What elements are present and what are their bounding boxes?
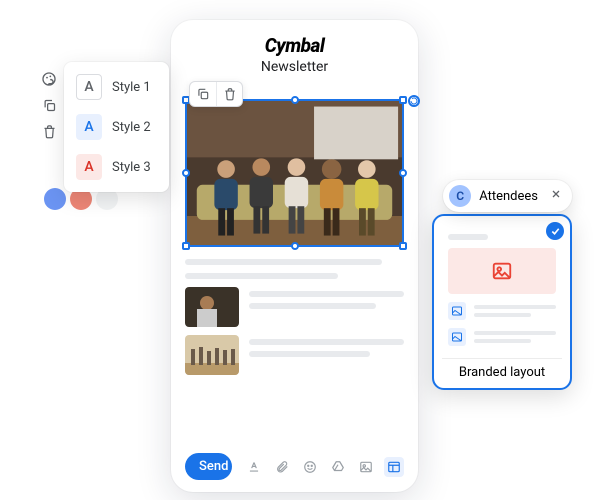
style-glyph: A [76,114,102,140]
resize-handle[interactable] [291,96,299,104]
attach-icon[interactable] [272,457,292,477]
resize-handle[interactable] [399,96,407,104]
resize-handle[interactable] [182,169,190,177]
style-item-3[interactable]: A Style 3 [72,150,161,184]
skeleton-line [448,234,488,240]
rotate-handle[interactable] [408,95,420,107]
send-label: Send [185,453,232,480]
thumbnail[interactable] [185,335,239,375]
format-toolbar [244,457,404,477]
resize-handle[interactable] [399,169,407,177]
layout-card[interactable]: Branded layout [432,214,572,390]
copy-icon[interactable] [190,82,216,106]
resize-handle[interactable] [291,242,299,250]
resize-handle[interactable] [399,242,407,250]
style-label: Style 3 [112,160,151,175]
content-area [185,259,404,443]
skeleton-line [185,273,338,279]
copy-icon[interactable] [38,94,60,116]
resize-handle[interactable] [182,242,190,250]
skeleton-lines [249,335,404,357]
style-tool-strip [34,62,64,148]
newsletter-subtitle: Newsletter [185,59,404,75]
content-row [185,287,404,327]
style-label: Style 2 [112,120,151,135]
style-picker-panel: A Style 1 A Style 2 A Style 3 [34,62,169,192]
style-item-1[interactable]: A Style 1 [72,70,161,104]
editor-footer: Send [185,443,404,492]
close-icon[interactable] [546,188,562,204]
brand-title: Cymbal [185,34,404,57]
attendees-tag[interactable]: C Attendees [443,180,572,212]
layout-icon[interactable] [384,457,404,477]
emoji-icon[interactable] [300,457,320,477]
layout-card-label: Branded layout [442,358,562,380]
check-icon [546,222,564,240]
trash-icon[interactable] [38,120,60,142]
skeleton-line [185,259,382,265]
palette-icon[interactable] [38,68,60,90]
send-button[interactable]: Send [185,453,232,480]
style-item-2[interactable]: A Style 2 [72,110,161,144]
selected-image-block[interactable] [185,83,404,247]
image-icon [448,302,466,320]
style-glyph: A [76,154,102,180]
avatar: C [449,185,471,207]
hero-image[interactable] [185,99,404,247]
image-icon[interactable] [356,457,376,477]
selection-toolbar [189,81,243,107]
trash-icon[interactable] [216,82,242,106]
drive-icon[interactable] [328,457,348,477]
tag-label: Attendees [479,189,538,204]
skeleton-lines [249,287,404,309]
layout-hero-placeholder [448,248,556,294]
content-row [185,335,404,375]
newsletter-editor: Cymbal Newsletter [171,20,418,492]
style-list: A Style 1 A Style 2 A Style 3 [64,62,169,192]
text-format-icon[interactable] [244,457,264,477]
thumbnail[interactable] [185,287,239,327]
image-icon [448,328,466,346]
style-label: Style 1 [112,80,151,95]
style-glyph: A [76,74,102,100]
